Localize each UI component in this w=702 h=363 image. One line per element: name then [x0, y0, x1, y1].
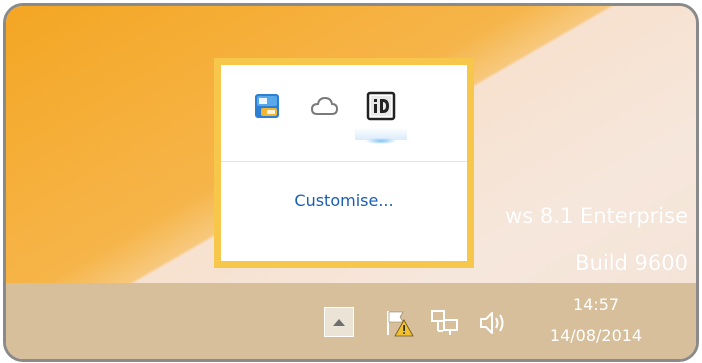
action-center-flag-icon[interactable] — [382, 306, 416, 340]
network-icon — [431, 310, 458, 335]
chevron-up-icon — [333, 318, 345, 326]
volume-tray-icon[interactable] — [476, 307, 508, 339]
app-blue-icon — [255, 94, 279, 118]
popup-body: Customise... — [221, 65, 467, 261]
network-tray-icon[interactable] — [429, 307, 461, 339]
hidden-icons-row — [221, 65, 467, 162]
clock-date: 14/08/2014 — [549, 326, 643, 345]
clock-time: 14:57 — [572, 295, 620, 314]
show-hidden-icons-button[interactable] — [324, 307, 354, 337]
volume-icon — [480, 312, 504, 334]
tray-app-icon-1[interactable] — [251, 90, 283, 122]
tray-app-icon-3[interactable] — [355, 78, 407, 144]
id-icon — [366, 91, 396, 121]
tray-app-icon-2[interactable] — [308, 90, 340, 122]
hover-glow — [365, 138, 397, 144]
taskbar: 14:57 14/08/2014 — [6, 283, 696, 359]
taskbar-clock[interactable]: 14:57 14/08/2014 — [536, 294, 656, 347]
notification-overflow-popup: Customise... — [214, 58, 474, 268]
flag-warning-icon — [387, 311, 414, 337]
cloud-icon — [310, 96, 339, 115]
windows-build-watermark: Build 9600 — [575, 251, 688, 275]
screenshot-frame: ws 8.1 Enterprise Build 9600 14:57 14/08… — [3, 3, 699, 362]
windows-edition-watermark: ws 8.1 Enterprise — [505, 204, 688, 228]
customise-link[interactable]: Customise... — [221, 191, 467, 210]
